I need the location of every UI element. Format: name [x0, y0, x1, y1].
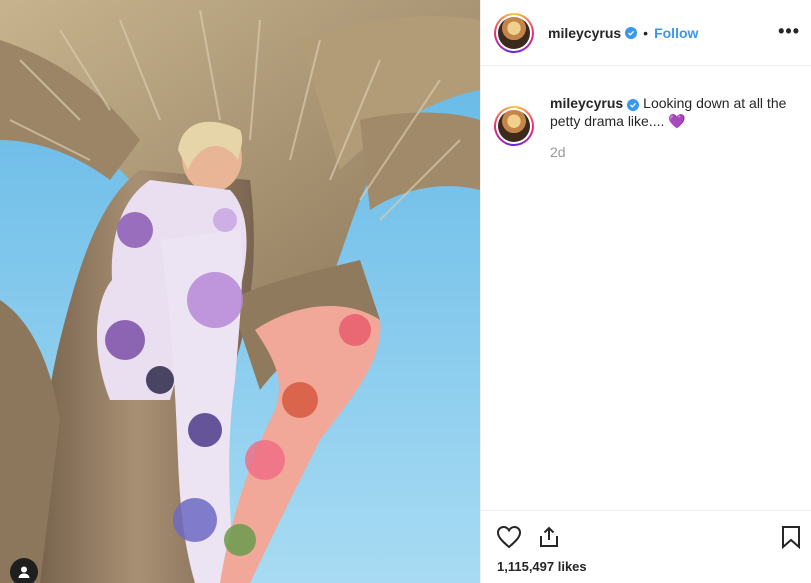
- post-actions: 1,115,497 likes: [481, 510, 811, 583]
- user-tag-icon: [18, 566, 30, 578]
- verified-badge-icon: [625, 27, 638, 39]
- avatar[interactable]: [494, 13, 534, 53]
- heart-icon: [496, 525, 522, 549]
- caption-avatar[interactable]: [494, 106, 534, 146]
- post-photo[interactable]: [0, 0, 480, 583]
- save-button[interactable]: [777, 523, 805, 551]
- follow-button[interactable]: Follow: [654, 25, 698, 41]
- post-caption: mileycyrus Looking down at all the petty …: [550, 94, 790, 130]
- post-image: [0, 0, 480, 583]
- separator-dot: •: [643, 25, 649, 41]
- share-icon: [540, 526, 558, 547]
- header-user-row: mileycyrus • Follow: [548, 25, 698, 41]
- like-button[interactable]: [495, 523, 523, 551]
- more-options-icon[interactable]: •••: [778, 22, 800, 40]
- caption-username-link[interactable]: mileycyrus: [550, 95, 623, 111]
- purple-heart-emoji: 💜: [668, 113, 686, 129]
- tag-people-button[interactable]: [10, 558, 38, 583]
- share-button[interactable]: [535, 523, 563, 551]
- post-side-panel: mileycyrus • Follow ••• mileycyrus Lookin…: [480, 0, 811, 583]
- username-link[interactable]: mileycyrus: [548, 25, 621, 41]
- post-header: mileycyrus • Follow •••: [481, 0, 811, 66]
- bookmark-icon: [782, 526, 800, 549]
- post-timestamp[interactable]: 2d: [550, 144, 566, 160]
- verified-badge-icon: [627, 99, 640, 111]
- likes-count[interactable]: 1,115,497 likes: [497, 559, 587, 574]
